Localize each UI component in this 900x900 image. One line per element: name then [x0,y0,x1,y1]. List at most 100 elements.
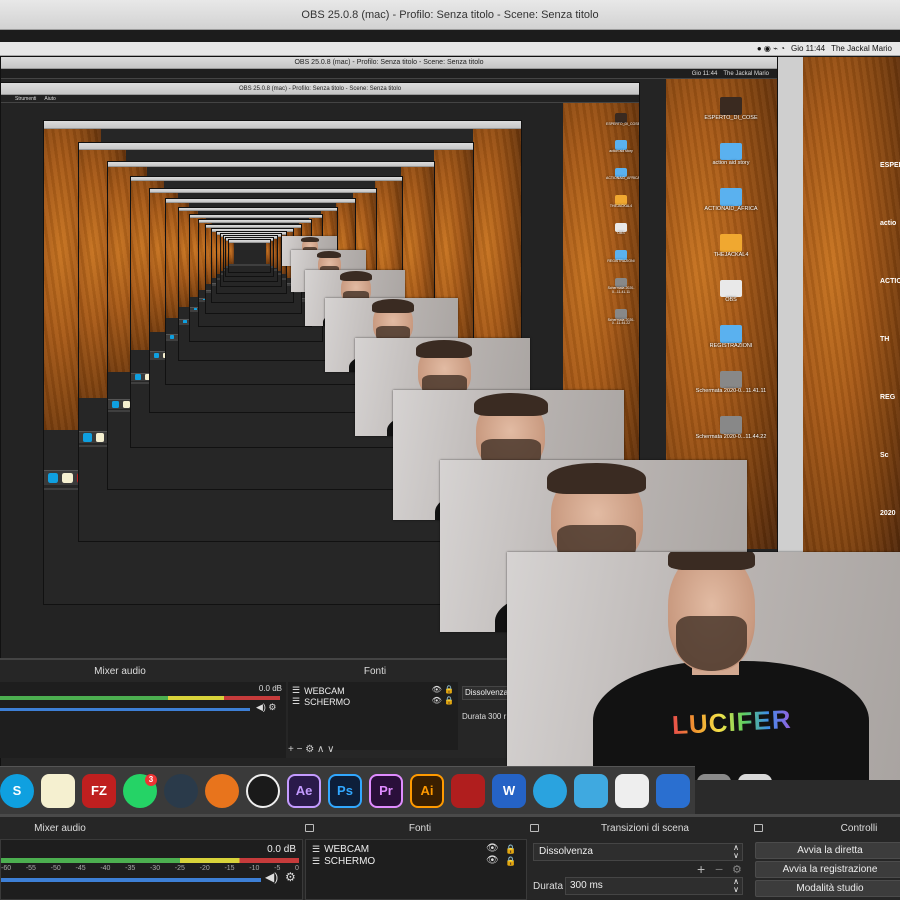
desktop-icon-folder[interactable]: ACTIONAID_AFRICA [606,167,640,181]
telegram-icon[interactable] [533,773,567,808]
desktop-icon-screenshot[interactable]: Schermata 2020-0...11.41.11 [606,277,636,295]
volume-slider[interactable] [1,878,261,882]
meter-tick-label: -55 [25,865,36,872]
lock-icon[interactable]: 🔒 🔒 [505,843,516,867]
obs-panels: Mixer audio 0.0 dB -60 -55 -50 -45 -40 -35 -30… [0,814,900,900]
meter-tick-label: -45 [75,865,86,872]
desktop-icon-label: Schermata 2020-0...11.41.11 [607,286,635,295]
mid-source-webcam[interactable]: ☰ WEBCAM [292,685,345,696]
paper-icon[interactable] [615,773,649,808]
orange-app-icon[interactable] [205,773,239,808]
mixer-gear-icon[interactable]: ⚙ [285,870,296,884]
mid-sources-toolbar[interactable]: + − ⚙ ∧ ∨ [288,744,334,755]
desktop-right-labels: ESPER actio ACTIO TH REG Sc 2020 [880,162,900,517]
meter-tick-label: -20 [199,865,210,872]
mixer-title: Mixer audio [34,823,86,834]
start-recording-button[interactable]: Avvia la registrazione [755,861,900,878]
mid-source-schermo[interactable]: ☰ SCHERMO [292,696,350,707]
meter-tick-label: -60 [1,865,12,872]
meter-tick-label: -25 [174,865,185,872]
desktop-icon-photo[interactable]: ESPERTO_DI_COSE [691,97,771,121]
desktop-icon-label: REGISTRAZIONI [607,258,635,263]
illustrator-icon[interactable]: Ai [410,773,444,808]
start-streaming-button[interactable]: Avvia la diretta [755,842,900,859]
mid-transition-select[interactable]: Dissolvenza [462,686,510,700]
menubar-clock: Gio 11:44 [790,44,826,53]
desktop-icon-drive-white[interactable]: OBS [606,222,636,236]
desktop-icon-drive-white[interactable]: OBS [691,279,771,304]
desktop-icon-screenshot[interactable]: Schermata 2020-0...11.44.22 [606,308,636,326]
desktop-icon-label: OBS [725,297,737,304]
volume-speaker-icon[interactable]: ◀) [265,870,278,884]
desktop-icon-photo[interactable]: ESPERTO_DI_COSE [606,113,639,126]
photo-icon [720,97,742,115]
visibility-eye-icon[interactable]: 👁 👁 [486,843,499,867]
dock-app-icon [111,400,119,409]
premiere-icon[interactable]: Pr [369,773,403,808]
webcam-hair [317,250,342,259]
davinci-icon[interactable] [164,773,198,808]
screen: OBS 25.0.8 (mac) - Profilo: Senza titolo… [0,0,900,900]
mid-audio-meter [0,696,280,700]
window-title-bar-level-3: OBS 25.0.8 (mac) - Profilo: Senza titolo… [1,83,639,95]
audio-mixer: 0.0 dB -60 -55 -50 -45 -40 -35 -30 -25 -20 -15 -10… [0,839,303,900]
desktop-icon-folder[interactable]: ACTIONAID_AFRICA [691,188,771,212]
after-effects-icon[interactable]: Ae [287,773,321,808]
source-schermo[interactable]: ☰ SCHERMO [312,856,375,867]
sources-undock-icon[interactable] [530,824,539,832]
transition-select[interactable]: Dissolvenza ∧ ∨ [533,843,743,861]
desktop-icon-label: action aid story [712,160,750,167]
transitions-undock-icon[interactable] [754,824,763,832]
mid-volume-slider[interactable] [0,708,250,711]
wordpress-icon[interactable]: W [492,773,526,808]
desktop-icon-folder[interactable]: REGISTRAZIONI [691,325,771,349]
acrobat-icon[interactable] [451,773,485,808]
dock-icon-label: Pr [379,783,393,798]
transitions-title: Transizioni di scena [600,823,689,834]
source-webcam[interactable]: ☰ WEBCAM [312,844,369,855]
skype-icon[interactable]: S [0,773,34,808]
notes-icon[interactable] [41,773,75,808]
window-title-bar-level-2: OBS 25.0.8 (mac) - Profilo: Senza titolo… [1,57,777,69]
blue-book-icon[interactable] [656,773,690,808]
dock-icon-label: Ai [420,783,434,798]
desktop-icon-label: Schermata 2020-0...11.41.11 [695,388,767,395]
desktop-icon-screenshot[interactable]: Schermata 2020-0...11.44.22 [691,416,771,440]
desktop-icon-folder[interactable]: REGISTRAZIONI [606,250,636,263]
dock-icon-label: Ae [295,783,313,798]
transition-gear-icon[interactable]: ⚙ [732,863,742,876]
filezilla-icon[interactable]: FZ [82,773,116,808]
webcam-hair [416,339,473,358]
mid-obs-panels: Mixer audio Fonti 0.0 dB ◀) ⚙ ☰ WEBCAM ☰ S… [0,658,510,758]
desktop-icon-drive[interactable]: THEJACKAL4 [606,195,636,208]
desktop-icon-folder[interactable]: action aid story [691,142,771,167]
teleprompter-icon[interactable] [574,773,608,808]
dock-app-icon [95,433,105,442]
desktop-icon-screenshot[interactable]: Schermata 2020-0...11.41.11 [691,370,771,395]
desktop-icon-label: ACTIONAID_AFRICA [606,176,640,181]
desktop-icon-label: THEJACKAL4 [713,251,749,258]
studio-mode-button[interactable]: Modalità studio [755,880,900,897]
desktop-icon-folder[interactable]: action aid story [606,140,636,153]
desktop-icon-label: ESPERTO_DI_COSE [704,114,758,121]
mid-duration-value[interactable]: 300 r [488,712,506,721]
folder-icon [720,325,742,343]
webcam-hair [371,299,415,313]
remove-transition-button[interactable]: − [715,861,723,877]
mixer-undock-icon[interactable] [305,824,314,832]
drive-icon [720,233,742,252]
mid-sources-eye-lock-icons[interactable]: 👁 🔒 👁 🔒 [432,684,454,706]
mid-volume-speaker-icon[interactable]: ◀) ⚙ [256,702,277,713]
add-transition-button[interactable]: + [697,861,705,877]
whatsapp-icon[interactable]: 3 [123,773,157,808]
photoshop-icon[interactable]: Ps [328,773,362,808]
desktop-icon-drive[interactable]: THEJACKAL4 [691,233,771,258]
shirt-print: LUCIFER [671,703,793,741]
obs-icon[interactable] [246,773,280,808]
duration-input[interactable]: 300 ms ∧ ∨ [565,877,743,895]
mixer-db-value: 0.0 dB [267,844,296,855]
mid-mixer-db: 0.0 dB [258,684,282,693]
window-title-bar[interactable]: OBS 25.0.8 (mac) - Profilo: Senza titolo… [0,0,900,30]
desktop-icon-label: action aid story [609,149,633,154]
dock-app-icon [154,352,160,358]
